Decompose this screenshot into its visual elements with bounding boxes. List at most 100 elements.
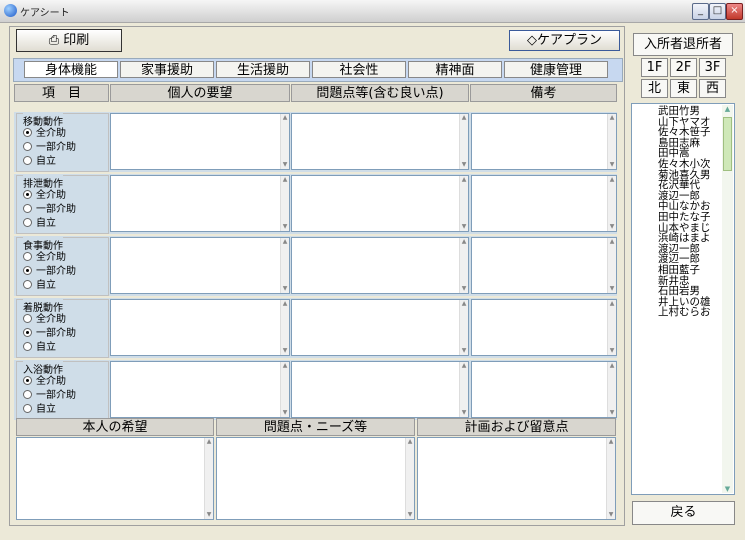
radio-option[interactable]: 自立 (23, 214, 56, 229)
radio-label: 自立 (36, 218, 56, 229)
radio-button[interactable] (23, 218, 32, 227)
care-row: 移動動作 全介助 一部介助 自立 ▲ ▼ ▲ ▼ ▲ ▼ (14, 112, 617, 172)
header-notes: 備考 (470, 84, 617, 102)
floor-3f-button[interactable]: 3F (699, 58, 726, 77)
plan-textarea[interactable]: ▲ ▼ (417, 437, 616, 520)
radio-option[interactable]: 全介助 (23, 186, 66, 201)
radio-button[interactable] (23, 190, 32, 199)
wing-east-button[interactable]: 東 (670, 79, 697, 98)
radio-group: 着脱動作 全介助 一部介助 自立 (16, 299, 109, 358)
print-label: 印刷 (63, 33, 90, 48)
radio-button[interactable] (23, 328, 32, 337)
needs-textarea[interactable]: ▲ ▼ (216, 437, 415, 520)
scroll-up-icon[interactable]: ▲ (722, 105, 733, 113)
radio-label: 自立 (36, 342, 56, 353)
app-icon (4, 4, 17, 17)
radio-button[interactable] (23, 314, 32, 323)
header-item: 項 目 (14, 84, 109, 102)
tab-social[interactable]: 社会性 (312, 61, 406, 78)
radio-button[interactable] (23, 342, 32, 351)
minimize-button[interactable]: _ (692, 3, 709, 20)
radio-button[interactable] (23, 376, 32, 385)
radio-option[interactable]: 一部介助 (23, 324, 76, 339)
header-plan: 計画および留意点 (417, 418, 616, 436)
care-sheet-window: ケアシート _ □ × ⎙ 印刷 ◇ケアプラン 身体機能 家事援助 生活援助 社… (0, 0, 745, 540)
resident-status-button[interactable]: 入所者退所者 (633, 33, 733, 56)
header-request: 個人の要望 (110, 84, 290, 102)
radio-button[interactable] (23, 156, 32, 165)
care-row: 入浴動作 全介助 一部介助 自立 ▲ ▼ ▲ ▼ ▲ ▼ (14, 360, 617, 420)
close-button[interactable]: × (726, 3, 743, 20)
radio-button[interactable] (23, 128, 32, 137)
tab-housework[interactable]: 家事援助 (120, 61, 214, 78)
request-textarea[interactable]: ▲ ▼ (110, 361, 290, 418)
tab-living[interactable]: 生活援助 (216, 61, 310, 78)
notes-textarea[interactable]: ▲ ▼ (471, 299, 617, 356)
care-row: 着脱動作 全介助 一部介助 自立 ▲ ▼ ▲ ▼ ▲ ▼ (14, 298, 617, 358)
radio-option[interactable]: 一部介助 (23, 386, 76, 401)
tab-bar: 身体機能 家事援助 生活援助 社会性 精神面 健康管理 (13, 58, 623, 82)
problems-textarea[interactable]: ▲ ▼ (291, 175, 469, 232)
careplan-label: ケアプラン (536, 33, 602, 48)
radio-option[interactable]: 全介助 (23, 310, 66, 325)
scroll-down-icon[interactable]: ▼ (722, 485, 733, 493)
wish-textarea[interactable]: ▲ ▼ (16, 437, 214, 520)
back-button[interactable]: 戻る (632, 501, 735, 525)
radio-label: 自立 (36, 280, 56, 291)
window-title: ケアシート (20, 8, 70, 19)
header-needs: 問題点・ニーズ等 (216, 418, 415, 436)
radio-button[interactable] (23, 252, 32, 261)
resident-list-item[interactable]: 上村むらお (658, 307, 711, 318)
resident-list[interactable]: 武田竹男 山下ヤマオ 佐々木笹子 島田志麻 田中嵩 佐々木小次 菊池喜久男 花沢華代 渡辺一郎中… (631, 103, 735, 495)
notes-textarea[interactable]: ▲ ▼ (471, 237, 617, 294)
floor-2f-button[interactable]: 2F (670, 58, 697, 77)
radio-group: 食事動作 全介助 一部介助 自立 (16, 237, 109, 296)
maximize-button[interactable]: □ (709, 3, 726, 20)
radio-button[interactable] (23, 390, 32, 399)
title-bar: ケアシート _ □ × (0, 0, 745, 23)
careplan-button[interactable]: ◇ケアプラン (509, 30, 620, 51)
problems-textarea[interactable]: ▲ ▼ (291, 113, 469, 170)
radio-option[interactable]: 全介助 (23, 248, 66, 263)
radio-button[interactable] (23, 280, 32, 289)
scroll-thumb[interactable] (723, 117, 732, 171)
radio-button[interactable] (23, 204, 32, 213)
radio-group: 移動動作 全介助 一部介助 自立 (16, 113, 109, 172)
wing-west-button[interactable]: 西 (699, 79, 726, 98)
radio-option[interactable]: 一部介助 (23, 200, 76, 215)
resident-list-scrollbar[interactable]: ▲ ▼ (722, 105, 733, 493)
radio-option[interactable]: 一部介助 (23, 138, 76, 153)
radio-group: 排泄動作 全介助 一部介助 自立 (16, 175, 109, 234)
radio-option[interactable]: 自立 (23, 276, 56, 291)
care-row: 排泄動作 全介助 一部介助 自立 ▲ ▼ ▲ ▼ ▲ ▼ (14, 174, 617, 234)
request-textarea[interactable]: ▲ ▼ (110, 237, 290, 294)
eraser-icon: ◇ (526, 33, 537, 48)
notes-textarea[interactable]: ▲ ▼ (471, 175, 617, 232)
printer-icon: ⎙ (48, 33, 60, 48)
notes-textarea[interactable]: ▲ ▼ (471, 113, 617, 170)
request-textarea[interactable]: ▲ ▼ (110, 175, 290, 232)
radio-option[interactable]: 全介助 (23, 372, 66, 387)
tab-health[interactable]: 健康管理 (504, 61, 608, 78)
tab-mental[interactable]: 精神面 (408, 61, 502, 78)
radio-button[interactable] (23, 404, 32, 413)
tab-physical[interactable]: 身体機能 (24, 61, 118, 78)
notes-textarea[interactable]: ▲ ▼ (471, 361, 617, 418)
problems-textarea[interactable]: ▲ ▼ (291, 237, 469, 294)
radio-option[interactable]: 一部介助 (23, 262, 76, 277)
radio-option[interactable]: 自立 (23, 152, 56, 167)
header-wish: 本人の希望 (16, 418, 214, 436)
care-row: 食事動作 全介助 一部介助 自立 ▲ ▼ ▲ ▼ ▲ ▼ (14, 236, 617, 296)
floor-1f-button[interactable]: 1F (641, 58, 668, 77)
radio-option[interactable]: 自立 (23, 400, 56, 415)
radio-option[interactable]: 自立 (23, 338, 56, 353)
wing-north-button[interactable]: 北 (641, 79, 668, 98)
problems-textarea[interactable]: ▲ ▼ (291, 299, 469, 356)
radio-option[interactable]: 全介助 (23, 124, 66, 139)
request-textarea[interactable]: ▲ ▼ (110, 299, 290, 356)
problems-textarea[interactable]: ▲ ▼ (291, 361, 469, 418)
radio-button[interactable] (23, 266, 32, 275)
request-textarea[interactable]: ▲ ▼ (110, 113, 290, 170)
radio-button[interactable] (23, 142, 32, 151)
print-button[interactable]: ⎙ 印刷 (16, 29, 122, 52)
